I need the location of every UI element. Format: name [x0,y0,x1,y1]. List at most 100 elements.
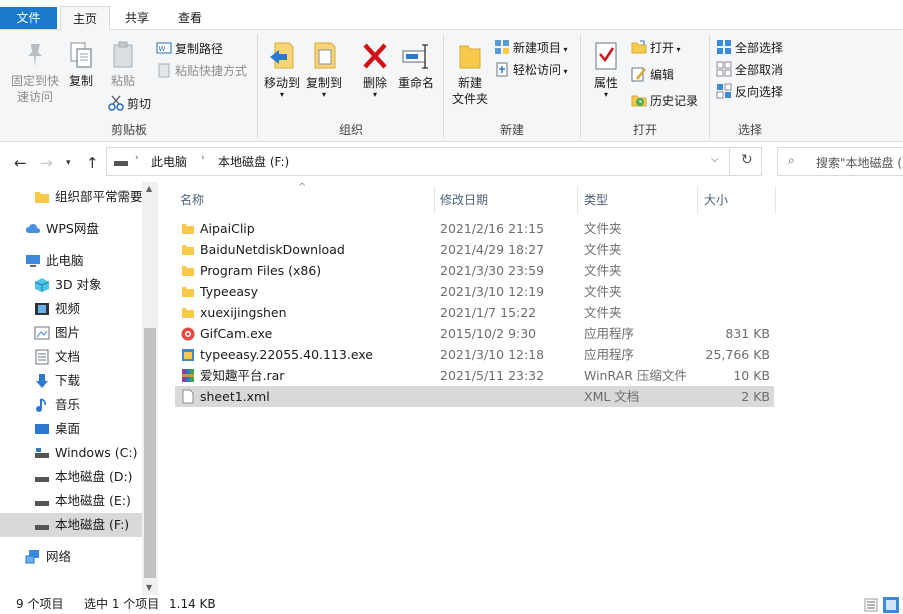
file-type: 文件夹 [584,284,622,299]
large-icons-view-icon[interactable] [882,596,900,614]
nav-item-3d-objects[interactable]: 3D 对象 [0,273,142,297]
tab-home[interactable]: 主页 [60,6,110,31]
copy-to-label: 复制到 [305,76,342,90]
scroll-up-arrow-icon[interactable]: ▲ [146,184,152,193]
move-to-button[interactable]: 移动到 ▾ [262,40,302,99]
copy-to-button[interactable]: 复制到 ▾ [304,40,344,99]
nav-item-music[interactable]: 音乐 [0,393,142,417]
group-divider [443,34,444,138]
select-none-button[interactable]: 全部取消 [716,60,783,80]
copy-button[interactable]: 复制 [64,40,98,89]
file-name: sheet1.xml [200,389,270,404]
refresh-icon[interactable]: ↻ [741,152,753,168]
copy-path-button[interactable]: W 复制路径 [156,39,223,59]
file-row[interactable]: Typeeasy 2021/3/10 12:19 文件夹 [175,281,774,302]
tab-view[interactable]: 查看 [165,6,215,30]
column-divider[interactable] [697,186,698,214]
select-all-button[interactable]: 全部选择 [716,38,783,58]
history-button[interactable]: 历史记录 [631,91,698,111]
pin-label-2: 速访问 [16,90,53,104]
address-dropdown-icon[interactable]: ⌵ [711,154,719,165]
column-divider[interactable] [775,186,776,214]
nav-item-drive-e[interactable]: 本地磁盘 (E:) [0,489,142,513]
back-arrow-icon[interactable]: ← [14,154,27,172]
pin-quick-access-button[interactable]: 固定到快 速访问 [6,40,64,105]
rename-button[interactable]: 重命名 [396,40,436,91]
sort-ascending-chevron-icon: ^ [298,182,307,193]
delete-button[interactable]: 删除 ▾ [358,40,392,99]
invert-selection-button[interactable]: 反向选择 [716,82,783,102]
address-bar[interactable]: › 此电脑 › 本地磁盘 (F:) ⌵ ↻ [106,147,762,176]
column-header-date[interactable]: 修改日期 [440,188,488,212]
search-input[interactable]: ⌕ 搜索"本地磁盘 (F:)" [777,147,903,176]
nav-item-label: 网络 [46,549,72,564]
nav-item-desktop[interactable]: 桌面 [0,417,142,441]
file-row[interactable]: BaiduNetdiskDownload 2021/4/29 18:27 文件夹 [175,239,774,260]
column-header-size[interactable]: 大小 [704,188,728,212]
new-folder-button[interactable]: 新建 文件夹 [448,40,492,107]
paste-button[interactable]: 粘贴 [104,40,142,89]
nav-item-this-pc[interactable]: 此电脑 [0,249,142,273]
tab-share[interactable]: 共享 [113,6,161,30]
nav-scrollbar[interactable]: ▲ ▼ [142,182,158,595]
nav-item-drive-d[interactable]: 本地磁盘 (D:) [0,465,142,489]
drive-icon [114,161,128,166]
documents-icon [35,349,49,365]
forward-arrow-icon[interactable]: → [40,154,53,172]
properties-button[interactable]: 属性 ▾ [588,40,624,99]
ribbon-tabs: 文件 主页 共享 查看 [0,0,903,31]
column-header-type[interactable]: 类型 [584,188,608,212]
file-row[interactable]: Program Files (x86) 2021/3/30 23:59 文件夹 [175,260,774,281]
nav-item-downloads[interactable]: 下载 [0,369,142,393]
nav-item-network[interactable]: 网络 [0,545,142,569]
column-divider[interactable] [434,186,435,214]
cut-label: 剪切 [127,97,152,111]
file-row[interactable]: GifCam.exe 2015/10/2 9:30 应用程序 831 KB [175,323,774,344]
open-button[interactable]: 打开 ▾ [631,38,681,58]
nav-item-drive-f[interactable]: 本地磁盘 (F:) [0,513,142,537]
file-row[interactable]: 爱知趣平台.rar 2021/5/11 23:32 WinRAR 压缩文件 10 KB [175,365,774,386]
column-divider[interactable] [577,186,578,214]
nav-item-videos[interactable]: 视频 [0,297,142,321]
move-to-dropdown-icon: ▾ [279,90,284,99]
recent-locations-chevron-icon[interactable]: ▾ [66,158,71,168]
select-all-label: 全部选择 [735,41,784,55]
file-row[interactable]: sheet1.xml XML 文档 2 KB [175,386,774,407]
file-row[interactable]: AipaiClip 2021/2/16 21:15 文件夹 [175,218,774,239]
easy-access-button[interactable]: 轻松访问 ▾ [494,60,568,80]
delete-x-icon [363,43,387,69]
copy-to-dropdown-icon: ▾ [321,90,326,99]
tab-file[interactable]: 文件 [0,7,57,29]
delete-dropdown-icon: ▾ [372,90,377,99]
nav-scrollbar-thumb[interactable] [144,328,156,578]
folder-icon [181,221,195,236]
nav-item-wps-cloud[interactable]: WPS网盘 [0,217,142,241]
easy-access-dropdown-icon: ▾ [561,67,568,76]
properties-icon [595,42,617,70]
edit-button[interactable]: 编辑 [631,65,674,85]
column-header-name[interactable]: 名称 [180,188,204,212]
copy-label: 复制 [68,74,93,88]
nav-item-pictures[interactable]: 图片 [0,321,142,345]
cut-button[interactable]: 剪切 [108,94,151,114]
file-type: 文件夹 [584,221,622,236]
group-divider [580,34,581,138]
paste-shortcut-button[interactable]: 粘贴快捷方式 [156,61,247,81]
scroll-down-arrow-icon[interactable]: ▼ [146,583,152,592]
nav-item-drive-c[interactable]: Windows (C:) [0,441,142,465]
breadcrumb-this-pc[interactable]: 此电脑 [151,153,187,170]
file-date: 2021/1/7 15:22 [440,305,537,320]
nav-item-documents[interactable]: 文档 [0,345,142,369]
file-row[interactable]: typeeasy.22055.40.113.exe 2021/3/10 12:18… [175,344,774,365]
address-row: ← → ▾ ↑ › 此电脑 › 本地磁盘 (F:) ⌵ ↻ ⌕ 搜索"本地磁盘 … [0,142,903,182]
up-arrow-icon[interactable]: ↑ [86,154,99,172]
pin-label-1: 固定到快 [10,74,59,88]
nav-item-quick-folder[interactable]: 组织部平常需要i [0,185,146,209]
status-selected-size: 1.14 KB [169,597,216,611]
file-row[interactable]: xuexijingshen 2021/1/7 15:22 文件夹 [175,302,774,323]
new-item-button[interactable]: 新建项目 ▾ [494,38,568,58]
details-view-icon[interactable] [864,598,878,612]
breadcrumb-drive-f[interactable]: 本地磁盘 (F:) [218,153,289,170]
new-item-icon [495,40,509,54]
folder-icon [181,305,195,320]
